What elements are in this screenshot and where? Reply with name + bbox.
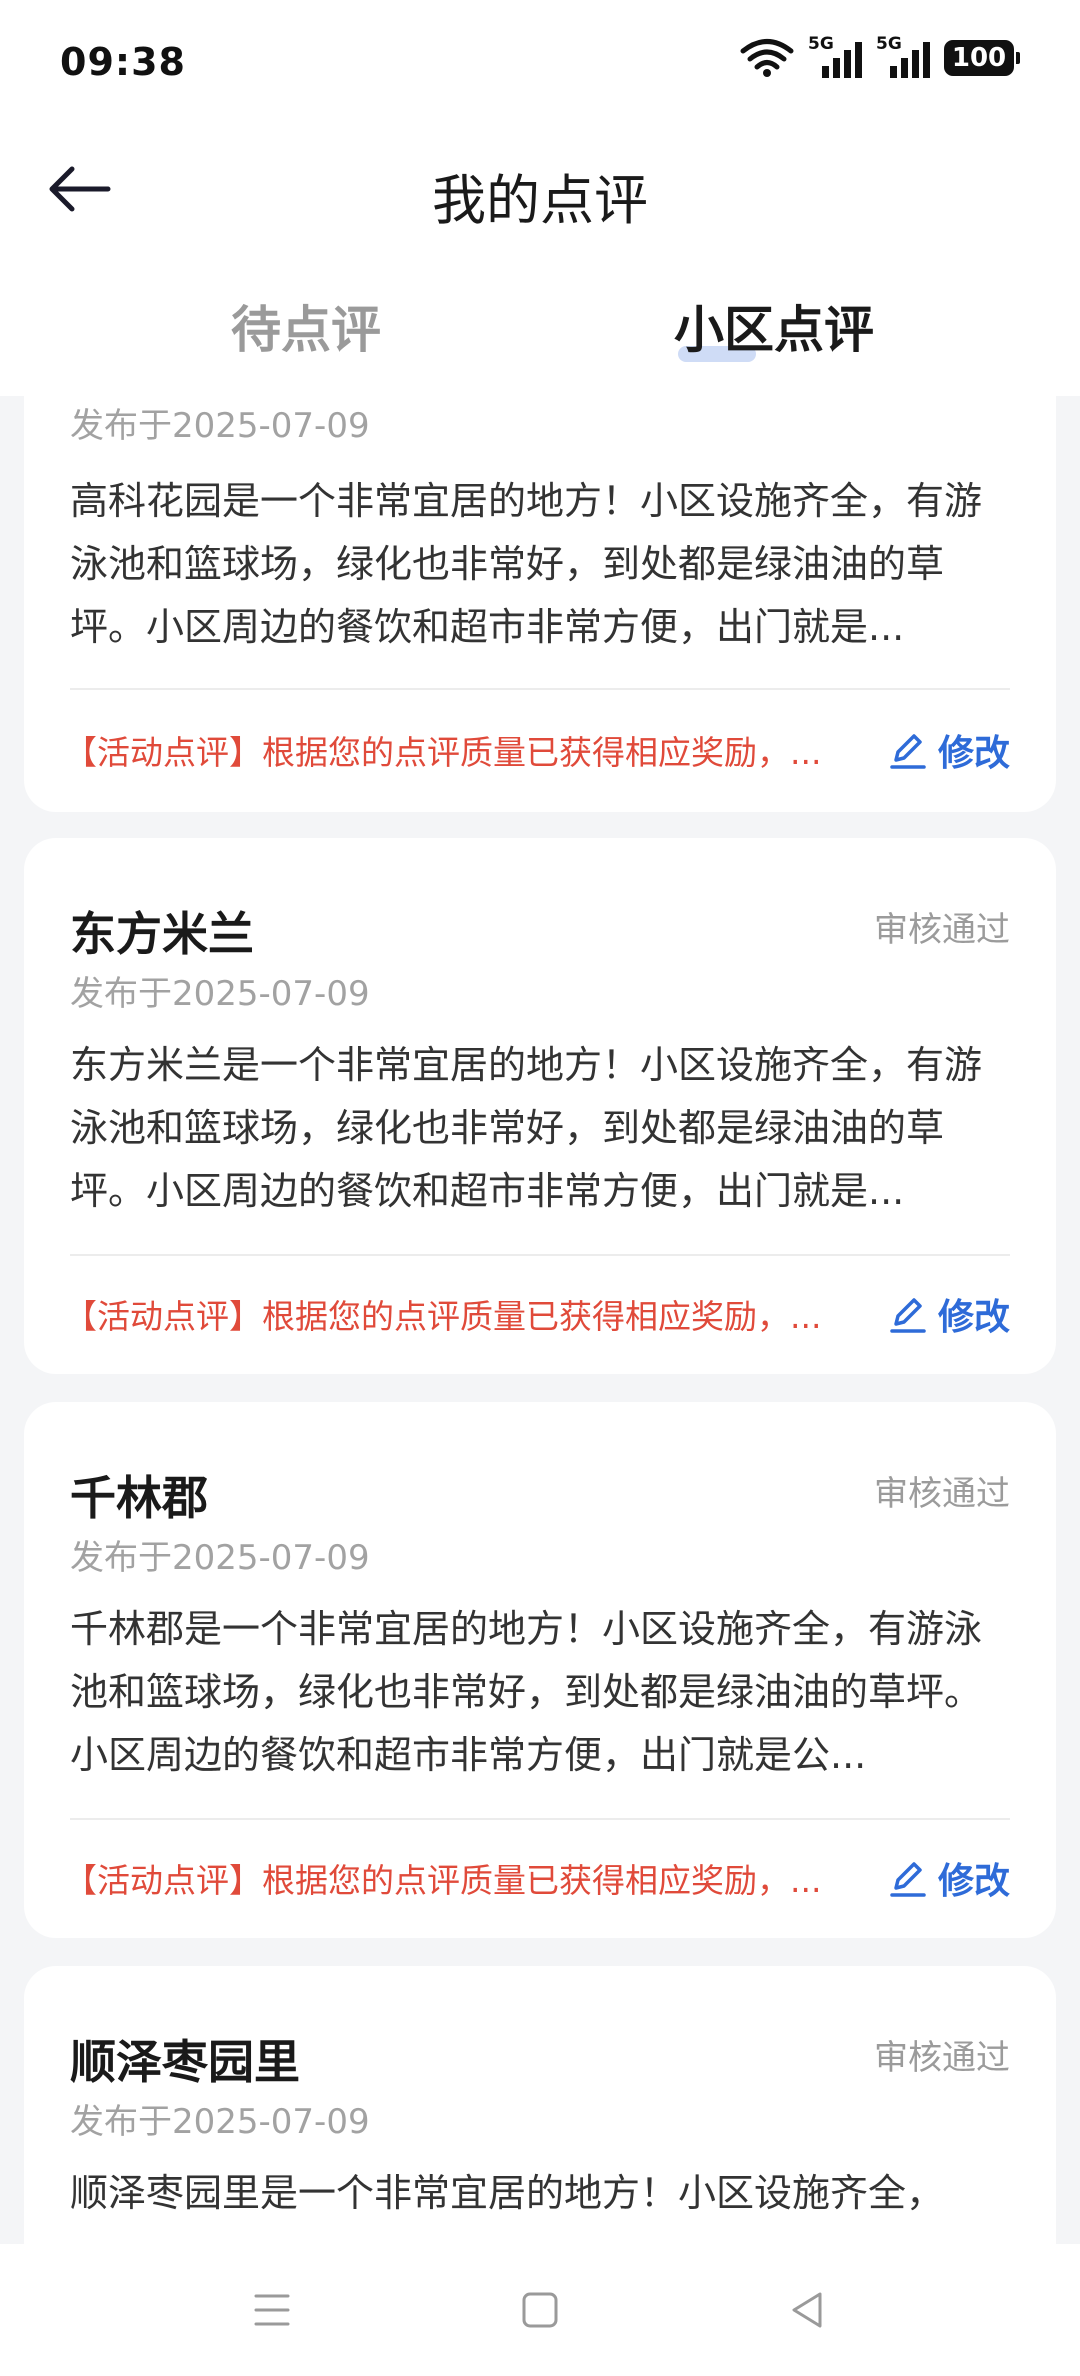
review-date: 发布于2025-07-09 [70, 1538, 370, 1578]
edit-label: 修改 [937, 1861, 1010, 1902]
divider [70, 1818, 1010, 1820]
tab-label: 待点评 [231, 301, 381, 359]
cellular-signal-icon: 5G [808, 34, 862, 80]
edit-button[interactable]: 修改 [888, 1288, 1010, 1340]
tab-label: 小区点评 [674, 301, 874, 359]
page-title: 我的点评 [432, 169, 648, 232]
cellular-signal-icon: 5G [876, 34, 930, 80]
divider [70, 688, 1010, 690]
review-card[interactable]: 千林郡 审核通过 发布于2025-07-09 千林郡是一个非常宜居的地方！小区设… [24, 1402, 1056, 1938]
review-card[interactable]: 发布于2025-07-09 高科花园是一个非常宜居的地方！小区设施齐全，有游泳池… [24, 396, 1056, 812]
wifi-icon [740, 39, 794, 77]
pencil-icon [890, 1298, 926, 1333]
pencil-icon [890, 1862, 926, 1897]
review-card[interactable]: 东方米兰 审核通过 发布于2025-07-09 东方米兰是一个非常宜居的地方！小… [24, 838, 1056, 1374]
menu-icon[interactable] [248, 2286, 296, 2334]
battery-level: 100 [951, 43, 1007, 73]
status-time: 09:38 [60, 40, 186, 84]
tab-bar: 待点评 小区点评 [0, 254, 1080, 396]
back-triangle-icon[interactable] [784, 2286, 832, 2334]
community-name: 千林郡 [70, 1471, 208, 1525]
edit-label: 修改 [937, 733, 1010, 774]
nav-bar: 我的点评 [0, 124, 1080, 254]
review-date: 发布于2025-07-09 [70, 2102, 370, 2142]
review-status: 审核通过 [874, 1474, 1010, 1514]
edit-label: 修改 [937, 1297, 1010, 1338]
review-list[interactable]: 发布于2025-07-09 高科花园是一个非常宜居的地方！小区设施齐全，有游泳池… [0, 396, 1080, 2244]
review-date: 发布于2025-07-09 [70, 974, 370, 1014]
reward-notice[interactable]: 【活动点评】根据您的点评质量已获得相应奖励，... [64, 1290, 884, 1338]
review-date: 发布于2025-07-09 [70, 406, 370, 446]
status-icons: 5G 5G 100 [740, 34, 1020, 80]
tab-pending-review[interactable]: 待点评 [106, 290, 506, 362]
review-text: 高科花园是一个非常宜居的地方！小区设施齐全，有游泳池和篮球场，绿化也非常好，到处… [70, 479, 983, 649]
pencil-icon [890, 734, 926, 769]
reward-notice[interactable]: 【活动点评】根据您的点评质量已获得相应奖励，... [64, 1854, 884, 1902]
review-text: 千林郡是一个非常宜居的地方！小区设施齐全，有游泳池和篮球场，绿化也非常好，到处都… [70, 1607, 983, 1777]
system-navigation-bar [0, 2244, 1080, 2376]
review-text: 顺泽枣园里是一个非常宜居的地方！小区设施齐全， [70, 2171, 945, 2215]
tab-community-review[interactable]: 小区点评 [574, 290, 974, 362]
status-bar: 09:38 5G 5G 100 [0, 0, 1080, 124]
review-card[interactable]: 顺泽枣园里 审核通过 发布于2025-07-09 顺泽枣园里是一个非常宜居的地方… [24, 1966, 1056, 2244]
edit-button[interactable]: 修改 [888, 1852, 1010, 1904]
edit-button[interactable]: 修改 [888, 724, 1010, 776]
battery-icon: 100 [944, 40, 1020, 76]
review-status: 审核通过 [874, 910, 1010, 950]
community-name: 东方米兰 [70, 907, 254, 961]
reward-notice[interactable]: 【活动点评】根据您的点评质量已获得相应奖励，... [64, 726, 884, 774]
review-status: 审核通过 [874, 2038, 1010, 2078]
community-name: 顺泽枣园里 [70, 2035, 300, 2089]
divider [70, 1254, 1010, 1256]
home-icon[interactable] [516, 2286, 564, 2334]
review-text: 东方米兰是一个非常宜居的地方！小区设施齐全，有游泳池和篮球场，绿化也非常好，到处… [70, 1043, 983, 1213]
